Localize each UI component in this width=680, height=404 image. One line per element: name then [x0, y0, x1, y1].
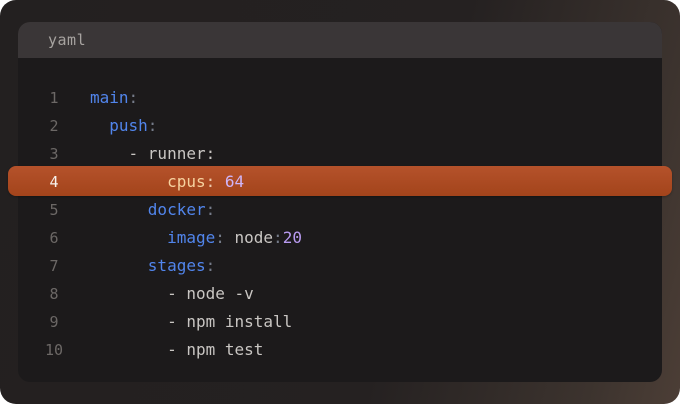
code-token [215, 172, 225, 191]
code-line: 2 push: [18, 112, 662, 140]
line-number: 9 [18, 308, 90, 336]
line-number: 2 [18, 112, 90, 140]
line-number: 5 [18, 196, 90, 224]
code-card: yaml 1main:2 push:3 - runner:4 cpus: 645… [0, 0, 680, 404]
code-line-content: - runner: [90, 140, 215, 168]
code-token: - node -v [167, 284, 254, 303]
code-line-content: docker: [90, 196, 215, 224]
code-token: stages [148, 256, 206, 275]
code-language-label: yaml [48, 31, 86, 49]
code-line-content: push: [90, 112, 157, 140]
code-token [90, 312, 167, 331]
code-token: : [206, 256, 216, 275]
line-number: 1 [18, 84, 90, 112]
code-line: 10 - npm test [18, 336, 662, 364]
code-line: 5 docker: [18, 196, 662, 224]
code-token [90, 116, 109, 135]
code-block: 1main:2 push:3 - runner:4 cpus: 645 dock… [18, 58, 662, 364]
code-token: : [273, 228, 283, 247]
code-token [90, 144, 129, 163]
code-line: 9 - npm install [18, 308, 662, 336]
code-window: yaml 1main:2 push:3 - runner:4 cpus: 645… [18, 22, 662, 382]
code-line-content: main: [90, 84, 138, 112]
code-line: 6 image: node:20 [18, 224, 662, 252]
code-token: : [129, 88, 139, 107]
line-number: 3 [18, 140, 90, 168]
code-token: main [90, 88, 129, 107]
code-token: - npm install [167, 312, 292, 331]
code-token [90, 340, 167, 359]
code-token [90, 172, 167, 191]
code-line: 7 stages: [18, 252, 662, 280]
code-line-content: - node -v [90, 280, 254, 308]
code-token [90, 256, 148, 275]
code-token: node [235, 228, 274, 247]
code-line: 3 - runner: [18, 140, 662, 168]
line-number: 4 [18, 168, 90, 196]
line-number: 6 [18, 224, 90, 252]
code-line-content: cpus: 64 [90, 168, 244, 196]
code-token [90, 228, 167, 247]
line-number: 10 [18, 336, 90, 364]
code-token: push [109, 116, 148, 135]
line-number: 8 [18, 280, 90, 308]
code-line-content: image: node:20 [90, 224, 302, 252]
code-token [90, 200, 148, 219]
code-line-content: stages: [90, 252, 215, 280]
code-line-highlighted: 4 cpus: 64 [18, 168, 662, 196]
code-token: : [148, 116, 158, 135]
code-token: cpus [167, 172, 206, 191]
code-token: image [167, 228, 215, 247]
code-token: docker [148, 200, 206, 219]
code-line: 1main: [18, 84, 662, 112]
code-window-header: yaml [18, 22, 662, 58]
line-number: 7 [18, 252, 90, 280]
code-token: : [215, 228, 225, 247]
code-token [225, 228, 235, 247]
code-token: : [206, 200, 216, 219]
code-line-content: - npm test [90, 336, 263, 364]
code-token: 20 [283, 228, 302, 247]
code-token: - runner: [129, 144, 216, 163]
code-token: : [206, 172, 216, 191]
code-line: 8 - node -v [18, 280, 662, 308]
code-token [90, 284, 167, 303]
code-token: 64 [225, 172, 244, 191]
code-token: - npm test [167, 340, 263, 359]
code-line-content: - npm install [90, 308, 292, 336]
